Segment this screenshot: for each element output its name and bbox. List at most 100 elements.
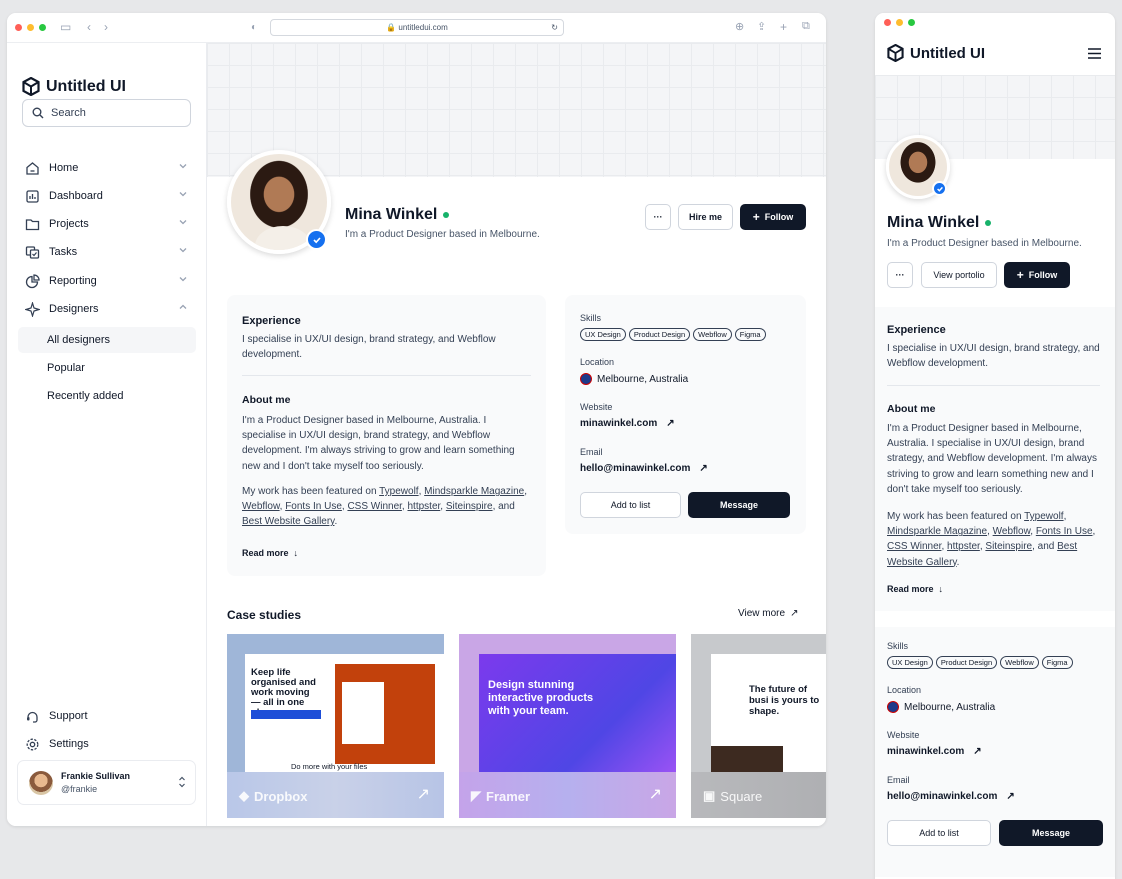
- app-logo[interactable]: Untitled UI: [22, 77, 126, 96]
- close-window-button[interactable]: [15, 24, 22, 31]
- skill-chip: Webflow: [1000, 656, 1039, 669]
- back-icon[interactable]: ‹: [87, 20, 91, 34]
- view-more-link[interactable]: View more ↗: [738, 608, 798, 619]
- verified-badge-icon: [932, 181, 947, 196]
- link-best-website-gallery[interactable]: Best Website Gallery: [242, 516, 334, 527]
- more-options-button[interactable]: ···: [645, 204, 671, 230]
- nav-item-reporting[interactable]: Reporting: [18, 268, 196, 294]
- subnav-all-designers[interactable]: All designers: [18, 327, 196, 353]
- tabs-overview-icon[interactable]: ⧉: [802, 20, 810, 33]
- minimize-window-button[interactable]: [27, 24, 34, 31]
- address-text: untitledui.com: [398, 23, 448, 32]
- reload-icon[interactable]: ↻: [551, 20, 558, 35]
- menu-icon[interactable]: [1088, 48, 1101, 59]
- read-more-label: Read more: [887, 584, 934, 594]
- link-siteinspire[interactable]: Siteinspire: [985, 541, 1032, 552]
- case-study-framer[interactable]: Design stunning interactive products wit…: [459, 634, 676, 818]
- subnav-recently-added[interactable]: Recently added: [18, 383, 196, 409]
- maximize-window-button[interactable]: [39, 24, 46, 31]
- follow-button[interactable]: + Follow: [740, 204, 806, 230]
- subnav-label: Recently added: [47, 390, 124, 402]
- message-button[interactable]: Message: [688, 492, 790, 518]
- user-account-card[interactable]: Frankie Sullivan @frankie: [17, 760, 196, 805]
- link-siteinspire[interactable]: Siteinspire: [446, 501, 493, 512]
- nav-item-dashboard[interactable]: Dashboard: [18, 183, 196, 209]
- featured-prefix: My work has been featured on: [887, 511, 1025, 522]
- email-link[interactable]: hello@minawinkel.com ↗: [887, 791, 1015, 802]
- link-webflow[interactable]: Webflow: [993, 526, 1031, 537]
- case-study-square[interactable]: The future of busi is yours to shape. ▣ S…: [691, 634, 826, 818]
- about-title: About me: [887, 403, 936, 415]
- skill-chip: Product Design: [628, 328, 691, 341]
- link-fonts-in-use[interactable]: Fonts In Use: [1036, 526, 1093, 537]
- sidebar-toggle-icon[interactable]: ▭: [60, 20, 71, 34]
- link-mindsparkle[interactable]: Mindsparkle Magazine: [887, 526, 987, 537]
- view-portfolio-label: View portolio: [933, 270, 985, 280]
- arrow-up-right-icon: ↗: [699, 463, 708, 474]
- pie-chart-icon: [24, 273, 41, 290]
- read-more-label: Read more: [242, 548, 289, 558]
- tasks-icon: [24, 244, 41, 261]
- logo-text: Untitled UI: [46, 77, 126, 95]
- maximize-window-button[interactable]: [908, 19, 915, 26]
- location-label: Location: [580, 357, 615, 367]
- forward-icon[interactable]: ›: [104, 20, 108, 34]
- more-options-button[interactable]: ···: [887, 262, 913, 288]
- link-fonts-in-use[interactable]: Fonts In Use: [285, 501, 342, 512]
- subnav-label: Popular: [47, 362, 85, 374]
- profile-tagline: I'm a Product Designer based in Melbourn…: [345, 229, 540, 240]
- shield-icon[interactable]: ◐: [251, 22, 257, 33]
- minimize-window-button[interactable]: [896, 19, 903, 26]
- add-to-list-label: Add to list: [610, 500, 651, 510]
- desktop-browser-window: ▭ ‹ › ◐ 🔒 untitledui.com ↻ ⊕ ⇪ + ⧉ Untitl…: [7, 13, 826, 826]
- app-logo[interactable]: Untitled UI: [887, 44, 985, 62]
- read-more-button[interactable]: Read more ↓: [242, 548, 298, 558]
- nav-label: Home: [49, 162, 79, 174]
- add-to-list-button[interactable]: Add to list: [887, 820, 991, 846]
- link-typewolf[interactable]: Typewolf: [1024, 511, 1063, 522]
- hire-me-label: Hire me: [688, 212, 723, 222]
- link-css-winner[interactable]: CSS Winner: [887, 541, 941, 552]
- and-text: and: [1037, 541, 1055, 553]
- search-input[interactable]: Search: [22, 99, 191, 127]
- link-httpster[interactable]: httpster: [947, 541, 980, 552]
- nav-item-home[interactable]: Home: [18, 155, 196, 181]
- cube-logo-icon: [887, 44, 904, 62]
- nav-label: Reporting: [49, 275, 97, 287]
- arrow-up-right-icon: ↗: [790, 608, 799, 619]
- plus-icon: +: [1016, 268, 1024, 282]
- read-more-button[interactable]: Read more ↓: [887, 584, 943, 594]
- link-httpster[interactable]: httpster: [407, 501, 440, 512]
- nav-item-designers[interactable]: Designers: [18, 296, 196, 322]
- case-study-dropbox[interactable]: Keep life organised and work moving — al…: [227, 634, 444, 818]
- subnav-popular[interactable]: Popular: [18, 355, 196, 381]
- skills-chips: UX Design Product Design Webflow Figma: [580, 328, 766, 341]
- link-css-winner[interactable]: CSS Winner: [347, 501, 401, 512]
- skill-chip: UX Design: [580, 328, 626, 341]
- close-window-button[interactable]: [884, 19, 891, 26]
- arrow-up-right-icon: ↗: [648, 786, 662, 803]
- nav-item-tasks[interactable]: Tasks: [18, 239, 196, 265]
- link-webflow[interactable]: Webflow: [242, 501, 280, 512]
- view-portfolio-button[interactable]: View portolio: [921, 262, 997, 288]
- add-to-list-button[interactable]: Add to list: [580, 492, 681, 518]
- link-typewolf[interactable]: Typewolf: [379, 486, 418, 497]
- follow-button[interactable]: + Follow: [1004, 262, 1070, 288]
- email-link[interactable]: hello@minawinkel.com ↗: [580, 463, 708, 474]
- new-tab-icon[interactable]: +: [780, 20, 787, 34]
- website-link[interactable]: minawinkel.com ↗: [580, 418, 675, 429]
- link-mindsparkle[interactable]: Mindsparkle Magazine: [424, 486, 524, 497]
- nav-item-projects[interactable]: Projects: [18, 211, 196, 237]
- nav-label: Settings: [49, 738, 89, 750]
- share-icon[interactable]: ⇪: [757, 20, 766, 33]
- location-text: Melbourne, Australia: [597, 373, 689, 385]
- website-link[interactable]: minawinkel.com ↗: [887, 746, 982, 757]
- location-text: Melbourne, Australia: [904, 701, 996, 713]
- address-bar[interactable]: 🔒 untitledui.com ↻: [270, 19, 564, 36]
- nav-item-support[interactable]: Support: [18, 703, 196, 729]
- message-button[interactable]: Message: [999, 820, 1103, 846]
- download-icon[interactable]: ⊕: [735, 20, 744, 33]
- location-value: Melbourne, Australia: [887, 701, 995, 713]
- nav-item-settings[interactable]: Settings: [18, 731, 196, 757]
- hire-me-button[interactable]: Hire me: [678, 204, 733, 230]
